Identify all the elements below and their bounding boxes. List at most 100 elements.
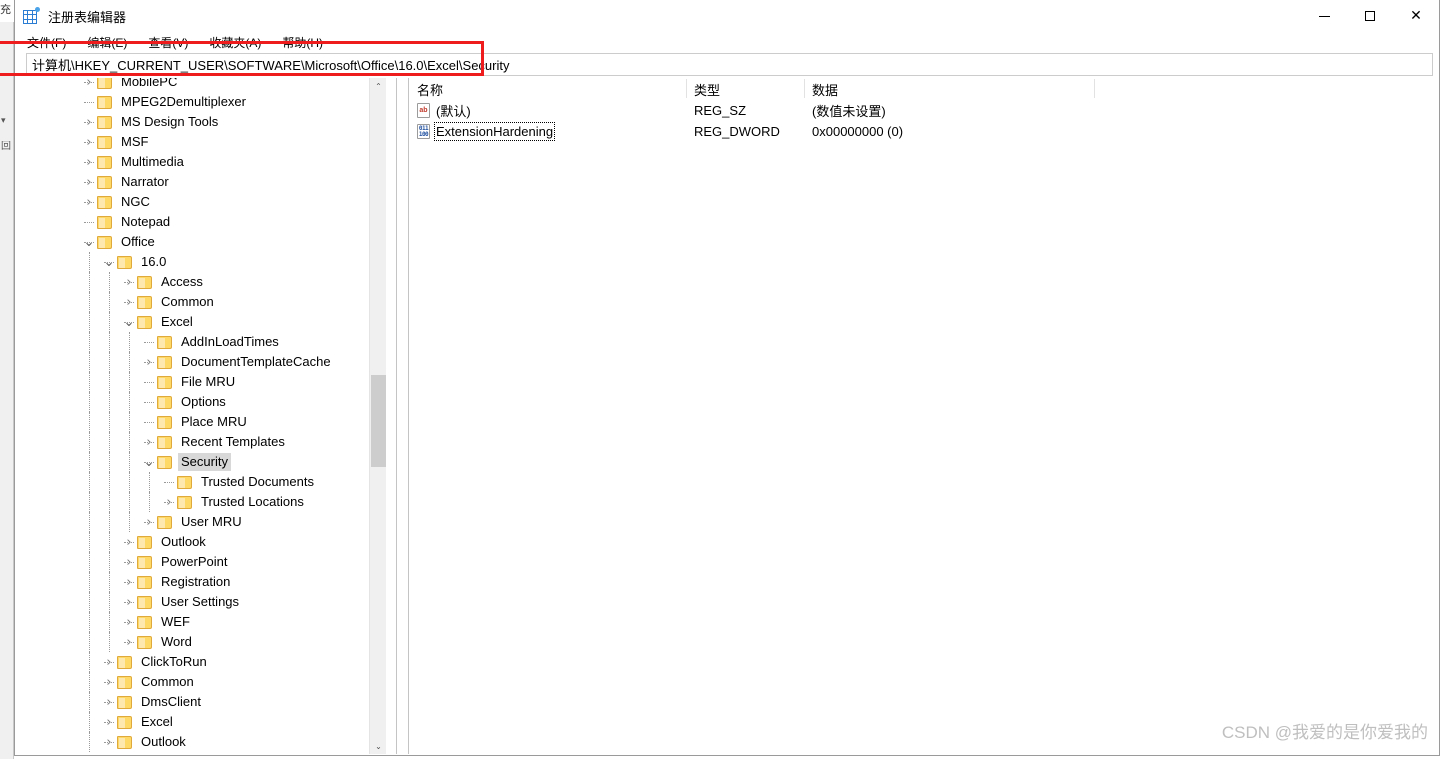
menu-item-help[interactable]: 帮助(H): [280, 32, 332, 53]
tree-item-multimedia[interactable]: › Multimedia: [15, 152, 386, 172]
tree-item-label: Trusted Locations: [201, 494, 304, 509]
tree-item-label: 16.0: [141, 254, 167, 269]
tree-item-trusted-documents[interactable]: Trusted Documents: [15, 472, 386, 492]
tree-guide-line: [109, 312, 110, 332]
tree-elbow-line: [104, 682, 114, 683]
tree-guide-line: [89, 592, 90, 612]
value-type-cell: REG_SZ: [694, 103, 747, 118]
tree-item-common[interactable]: › Common: [15, 292, 386, 312]
tree-item-user-settings[interactable]: › User Settings: [15, 592, 386, 612]
tree-item-outlook[interactable]: › Outlook: [15, 532, 386, 552]
tree-item-dmsclient[interactable]: › DmsClient: [15, 692, 386, 712]
tree-item-recent-templates[interactable]: › Recent Templates: [15, 432, 386, 452]
value-row[interactable]: ab (默认) REG_SZ (数值未设置): [410, 100, 1439, 121]
tree-item-wef[interactable]: › WEF: [15, 612, 386, 632]
tree-item-msf[interactable]: › MSF: [15, 132, 386, 152]
folder-icon: [97, 78, 112, 89]
tree-vertical-scrollbar[interactable]: ⌃ ⌄: [369, 78, 386, 755]
tree-guide-line: [109, 592, 110, 612]
registry-path-input[interactable]: [26, 53, 1433, 76]
registry-tree-list: › MobilePC MPEG2Demultiplexer › MS Design To…: [15, 78, 386, 752]
tree-guide-line: [89, 532, 90, 552]
registry-editor-window: 注册表编辑器 ✕ 文件(F) 编辑(E) 查看(V) 收藏夹(A) 帮助(H) …: [14, 0, 1440, 756]
tree-elbow-line: [124, 282, 134, 283]
tree-guide-line: [109, 292, 110, 312]
tree-item-outlook[interactable]: › Outlook: [15, 732, 386, 752]
tree-item-mobilepc[interactable]: › MobilePC: [15, 78, 386, 92]
value-name-text: (默认): [436, 104, 471, 119]
tree-guide-line: [89, 452, 90, 472]
folder-icon: [157, 375, 172, 389]
tree-guide-line: [89, 272, 90, 292]
menu-item-favorites[interactable]: 收藏夹(A): [207, 32, 270, 53]
menu-item-view[interactable]: 查看(V): [146, 32, 197, 53]
folder-icon: [97, 175, 112, 189]
tree-item-registration[interactable]: › Registration: [15, 572, 386, 592]
tree-item-label: Options: [181, 394, 226, 409]
tree-item-ngc[interactable]: › NGC: [15, 192, 386, 212]
tree-item-label: Security: [178, 453, 231, 471]
tree-item-word[interactable]: › Word: [15, 632, 386, 652]
tree-item-16-0[interactable]: ⌄ 16.0: [15, 252, 386, 272]
tree-item-trusted-locations[interactable]: › Trusted Locations: [15, 492, 386, 512]
column-header-name[interactable]: 名称: [410, 78, 687, 100]
background-window-glyph-top: 充: [0, 4, 11, 16]
column-header-data[interactable]: 数据: [805, 78, 1095, 100]
menu-item-edit[interactable]: 编辑(E): [85, 32, 136, 53]
tree-item-documenttemplatecache[interactable]: › DocumentTemplateCache: [15, 352, 386, 372]
tree-item-powerpoint[interactable]: › PowerPoint: [15, 552, 386, 572]
tree-elbow-line: [144, 442, 154, 443]
tree-item-label: Registration: [161, 574, 231, 589]
background-window-sliver[interactable]: 充 ▾ 回: [0, 0, 14, 759]
value-name-cell: 011 100 ExtensionHardening: [410, 122, 687, 141]
pane-splitter[interactable]: [396, 78, 409, 755]
scroll-up-icon[interactable]: ⌃: [370, 78, 387, 95]
menu-item-file[interactable]: 文件(F): [25, 32, 75, 53]
value-name-text: ExtensionHardening: [433, 122, 556, 141]
tree-elbow-line: [124, 642, 134, 643]
tree-item-user-mru[interactable]: › User MRU: [15, 512, 386, 532]
value-row[interactable]: 011 100 ExtensionHardening REG_DWORD 0x00000…: [410, 121, 1439, 142]
tree-item-notepad[interactable]: Notepad: [15, 212, 386, 232]
tree-item-place-mru[interactable]: Place MRU: [15, 412, 386, 432]
tree-item-common[interactable]: › Common: [15, 672, 386, 692]
tree-elbow-line: [124, 322, 134, 323]
folder-icon: [97, 115, 112, 129]
tree-item-clicktorun[interactable]: › ClickToRun: [15, 652, 386, 672]
tree-item-narrator[interactable]: › Narrator: [15, 172, 386, 192]
folder-icon: [97, 235, 112, 249]
tree-elbow-line: [124, 582, 134, 583]
tree-item-label: File MRU: [181, 374, 236, 389]
tree-item-office[interactable]: ⌄ Office: [15, 232, 386, 252]
tree-item-excel[interactable]: ⌄ Excel: [15, 312, 386, 332]
folder-icon: [137, 295, 152, 309]
tree-elbow-line: [124, 562, 134, 563]
tree-item-mpeg2demultiplexer[interactable]: MPEG2Demultiplexer: [15, 92, 386, 112]
tree-item-addinloadtimes[interactable]: AddInLoadTimes: [15, 332, 386, 352]
tree-item-access[interactable]: › Access: [15, 272, 386, 292]
tree-elbow-line: [84, 82, 94, 83]
tree-item-file-mru[interactable]: File MRU: [15, 372, 386, 392]
tree-item-options[interactable]: Options: [15, 392, 386, 412]
scroll-down-icon[interactable]: ⌄: [370, 738, 387, 755]
tree-guide-line: [109, 372, 110, 392]
minimize-button[interactable]: [1301, 0, 1347, 32]
title-bar[interactable]: 注册表编辑器 ✕: [15, 0, 1439, 32]
folder-icon: [157, 455, 172, 469]
tree-elbow-line: [104, 722, 114, 723]
tree-scrollbar-thumb[interactable]: [371, 375, 386, 467]
chevron-right-icon[interactable]: ›: [81, 78, 97, 92]
column-header-type[interactable]: 类型: [687, 78, 805, 100]
tree-guide-line: [89, 512, 90, 532]
menu-bar: 文件(F) 编辑(E) 查看(V) 收藏夹(A) 帮助(H): [15, 32, 1439, 52]
maximize-button[interactable]: [1347, 0, 1393, 32]
folder-icon: [97, 215, 112, 229]
tree-item-excel[interactable]: › Excel: [15, 712, 386, 732]
tree-guide-line: [89, 472, 90, 492]
close-button[interactable]: ✕: [1393, 0, 1439, 32]
folder-icon: [137, 575, 152, 589]
tree-item-security[interactable]: ⌄ Security: [15, 452, 386, 472]
folder-icon: [117, 735, 132, 749]
tree-guide-line: [109, 532, 110, 552]
tree-item-ms-design-tools[interactable]: › MS Design Tools: [15, 112, 386, 132]
